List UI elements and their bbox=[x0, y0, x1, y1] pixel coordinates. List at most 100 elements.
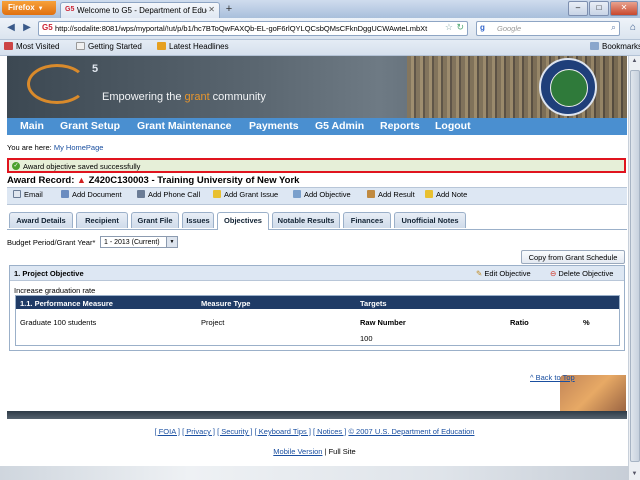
tab-grant-file[interactable]: Grant File bbox=[131, 212, 179, 228]
edit-objective-button[interactable]: ✎ Edit Objective bbox=[476, 269, 531, 278]
browser-tab[interactable]: G5 Welcome to G5 - Department of Educati… bbox=[60, 2, 220, 18]
budget-period-select[interactable]: 1 - 2013 (Current) ▼ bbox=[100, 236, 178, 248]
tagline-accent: grant bbox=[184, 91, 210, 103]
pencil-icon: ✎ bbox=[476, 269, 483, 278]
nav-payments[interactable]: Payments bbox=[249, 120, 299, 132]
percent-label: % bbox=[583, 318, 590, 327]
url-text[interactable]: http://sodalite:8081/wps/myportal/!ut/p/… bbox=[55, 24, 435, 33]
bookmark-most-visited[interactable]: Most Visited bbox=[4, 42, 59, 51]
maximize-icon[interactable]: □ bbox=[589, 1, 609, 16]
vertical-scrollbar[interactable]: ▲ ▼ bbox=[628, 56, 640, 480]
note-icon bbox=[425, 190, 433, 198]
edit-objective-label: Edit Objective bbox=[484, 269, 531, 278]
security-link[interactable]: [ Security ] bbox=[217, 427, 252, 436]
reload-icon[interactable]: ↻ bbox=[456, 22, 464, 33]
page-icon bbox=[76, 42, 85, 50]
bookmarks-menu[interactable]: Bookmarks bbox=[590, 42, 640, 51]
home-icon[interactable]: ⌂ bbox=[626, 21, 640, 35]
full-site-label: | Full Site bbox=[322, 447, 356, 456]
objective-icon bbox=[293, 190, 301, 198]
delete-objective-button[interactable]: ⊖ Delete Objective bbox=[550, 269, 613, 278]
bookmark-latest-headlines[interactable]: Latest Headlines bbox=[157, 42, 229, 51]
google-icon: g bbox=[480, 23, 485, 32]
scroll-thumb[interactable] bbox=[630, 70, 640, 462]
privacy-link[interactable]: [ Privacy ] bbox=[182, 427, 215, 436]
site-banner: 5 Empowering the grant community bbox=[7, 56, 627, 118]
nav-grant-maintenance[interactable]: Grant Maintenance bbox=[137, 120, 232, 132]
back-to-top-link[interactable]: ^ Back to Top bbox=[530, 373, 575, 382]
g5-logo[interactable] bbox=[27, 64, 87, 104]
new-tab-button[interactable]: + bbox=[222, 3, 236, 16]
nav-reports[interactable]: Reports bbox=[380, 120, 420, 132]
copyright-link[interactable]: © 2007 U.S. Department of Education bbox=[348, 427, 474, 436]
toolbar-label: Add Objective bbox=[304, 190, 351, 199]
mobile-version-bar: Mobile Version | Full Site bbox=[0, 447, 629, 456]
breadcrumb-home-link[interactable]: My HomePage bbox=[54, 143, 104, 152]
scroll-down-icon[interactable]: ▼ bbox=[629, 469, 640, 480]
add-objective-button[interactable]: Add Objective bbox=[293, 190, 351, 199]
measure-type: Project bbox=[201, 318, 225, 327]
column-header: Measure Type bbox=[201, 299, 251, 308]
tagline-part: community bbox=[209, 91, 266, 103]
tab-objectives[interactable]: Objectives bbox=[217, 212, 269, 230]
bookmarks-icon bbox=[590, 42, 599, 50]
email-button[interactable]: Email bbox=[13, 190, 43, 199]
objective-description: Increase graduation rate bbox=[14, 286, 96, 295]
site-tagline: Empowering the grant community bbox=[102, 91, 266, 103]
foia-link[interactable]: [ FOIA ] bbox=[155, 427, 180, 436]
delete-objective-label: Delete Objective bbox=[558, 269, 614, 278]
notices-link[interactable]: [ Notices ] bbox=[313, 427, 346, 436]
add-note-button[interactable]: Add Note bbox=[425, 190, 467, 199]
close-window-icon[interactable]: ✕ bbox=[610, 1, 638, 16]
award-toolbar: Email Add Document Add Phone Call Add Gr… bbox=[7, 187, 627, 205]
nav-logout[interactable]: Logout bbox=[435, 120, 471, 132]
phone-icon bbox=[137, 190, 145, 198]
back-icon[interactable]: ◀ bbox=[4, 21, 18, 35]
award-record-title: Award Record: ▲ Z420C130003 - Training U… bbox=[7, 175, 299, 186]
bookmark-getting-started[interactable]: Getting Started bbox=[76, 42, 142, 51]
table-header: 1.1. Performance Measure Measure Type Ta… bbox=[16, 296, 619, 309]
tab-finances[interactable]: Finances bbox=[343, 212, 391, 228]
close-tab-icon[interactable]: ✕ bbox=[208, 5, 215, 14]
toolbar-label: Email bbox=[24, 190, 43, 199]
tab-recipient[interactable]: Recipient bbox=[76, 212, 128, 228]
g5-logo-superscript: 5 bbox=[92, 63, 99, 75]
bookmarks-toolbar: Most Visited Getting Started Latest Head… bbox=[0, 40, 640, 56]
tab-award-details[interactable]: Award Details bbox=[9, 212, 73, 228]
nav-main[interactable]: Main bbox=[20, 120, 44, 132]
tab-issues[interactable]: Issues bbox=[182, 212, 214, 228]
forward-icon[interactable]: ▶ bbox=[20, 21, 34, 35]
toolbar-label: Add Grant Issue bbox=[224, 190, 279, 199]
search-placeholder: Google bbox=[497, 24, 522, 33]
tab-unofficial-notes[interactable]: Unofficial Notes bbox=[394, 212, 466, 228]
minimize-icon[interactable]: – bbox=[568, 1, 588, 16]
add-result-button[interactable]: Add Result bbox=[367, 190, 415, 199]
success-check-icon: ✓ bbox=[12, 162, 20, 170]
issue-icon bbox=[213, 190, 221, 198]
objective-header: 1. Project Objective ✎ Edit Objective ⊖ … bbox=[10, 266, 624, 281]
add-grant-issue-button[interactable]: Add Grant Issue bbox=[213, 190, 278, 199]
most-visited-icon bbox=[4, 42, 13, 50]
column-header: Targets bbox=[360, 299, 387, 308]
bookmark-star-icon[interactable]: ☆ bbox=[445, 22, 453, 33]
breadcrumb: You are here: My HomePage bbox=[7, 143, 103, 152]
site-favicon-icon: G5 bbox=[42, 23, 53, 32]
copy-from-grant-schedule-button[interactable]: Copy from Grant Schedule bbox=[521, 250, 625, 264]
g5-favicon-icon: G5 bbox=[65, 6, 75, 13]
nav-grant-setup[interactable]: Grant Setup bbox=[60, 120, 120, 132]
firefox-menu-button[interactable]: Firefox ▼ bbox=[2, 1, 56, 15]
add-phone-call-button[interactable]: Add Phone Call bbox=[137, 190, 200, 199]
search-icon[interactable]: ⌕ bbox=[611, 22, 616, 33]
search-bar[interactable]: g Google ⌕ bbox=[476, 21, 620, 36]
url-bar[interactable]: G5 http://sodalite:8081/wps/myportal/!ut… bbox=[38, 21, 468, 36]
add-document-button[interactable]: Add Document bbox=[61, 190, 122, 199]
bookmark-label: Latest Headlines bbox=[169, 42, 229, 51]
mobile-version-link[interactable]: Mobile Version bbox=[273, 447, 322, 456]
keyboard-tips-link[interactable]: [ Keyboard Tips ] bbox=[255, 427, 311, 436]
measure-name: Graduate 100 students bbox=[20, 318, 97, 327]
target-value: 100 bbox=[360, 334, 373, 343]
chevron-down-icon[interactable]: ▼ bbox=[166, 237, 177, 247]
scroll-up-icon[interactable]: ▲ bbox=[629, 56, 640, 67]
tab-notable-results[interactable]: Notable Results bbox=[272, 212, 340, 228]
nav-g5-admin[interactable]: G5 Admin bbox=[315, 120, 364, 132]
